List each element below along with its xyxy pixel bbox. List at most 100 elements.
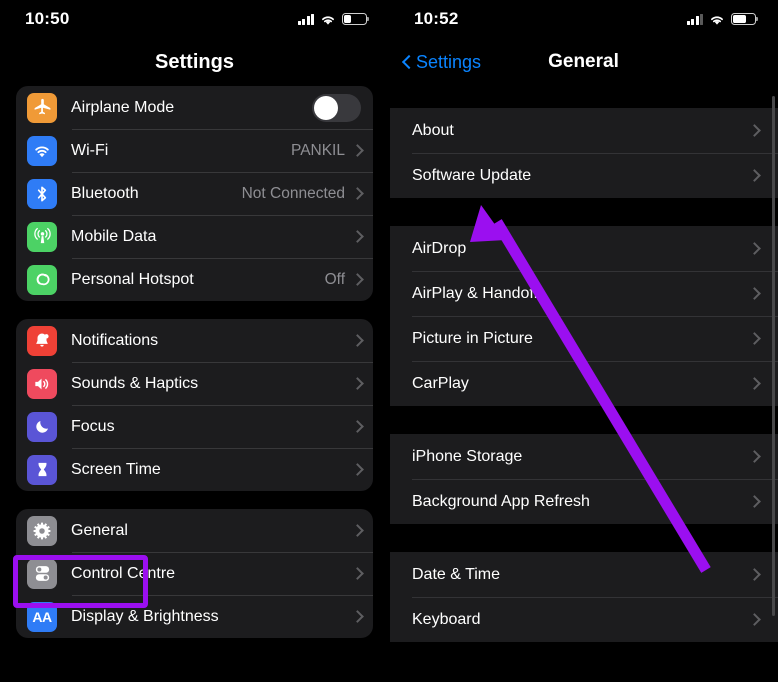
chevron-right-icon <box>353 230 361 243</box>
chevron-right-icon <box>750 568 758 581</box>
settings-row-display-brightness[interactable]: AA Display & Brightness <box>16 595 373 638</box>
right-status-icons <box>686 13 759 25</box>
general-group: About Software Update <box>389 108 778 198</box>
chevron-right-icon <box>750 495 758 508</box>
page-title: General <box>548 51 619 72</box>
group-gap <box>389 524 778 552</box>
airplane-icon <box>27 92 57 123</box>
settings-row-label: Screen Time <box>71 460 161 478</box>
settings-row-label: Personal Hotspot <box>71 270 194 288</box>
wifi-icon <box>709 13 725 25</box>
settings-row-airplane-mode[interactable]: Airplane Mode <box>16 86 373 129</box>
chevron-right-icon <box>353 463 361 476</box>
general-row-label: AirPlay & Handoff <box>412 284 538 302</box>
chevron-right-icon <box>750 377 758 390</box>
settings-row-personal-hotspot[interactable]: Personal Hotspot Off <box>16 258 373 301</box>
settings-row-general[interactable]: General <box>16 509 373 552</box>
hourglass-icon <box>27 454 57 485</box>
general-row-carplay[interactable]: CarPlay <box>389 361 778 406</box>
chevron-right-icon <box>353 144 361 157</box>
chevron-right-icon <box>353 334 361 347</box>
general-row-keyboard[interactable]: Keyboard <box>389 597 778 642</box>
general-group: Date & Time Keyboard <box>389 552 778 642</box>
settings-row-mobile-data[interactable]: Mobile Data <box>16 215 373 258</box>
general-row-label: Keyboard <box>412 610 481 628</box>
battery-icon <box>342 13 370 25</box>
settings-row-wi-fi[interactable]: Wi-Fi PANKIL <box>16 129 373 172</box>
list-top-gap <box>389 86 778 108</box>
settings-row-bluetooth[interactable]: Bluetooth Not Connected <box>16 172 373 215</box>
chevron-right-icon <box>353 567 361 580</box>
chevron-right-icon <box>750 169 758 182</box>
general-group: AirDrop AirPlay & Handoff Picture in Pictu… <box>389 226 778 406</box>
right-status-bar: 10:52 <box>389 0 778 38</box>
settings-row-label: Focus <box>71 417 115 435</box>
airplane-mode-toggle[interactable] <box>312 93 361 122</box>
page-title: Settings <box>155 50 234 73</box>
display-brightness-icon: AA <box>27 601 57 632</box>
cellular-antenna-icon <box>27 221 57 252</box>
settings-row-value: Off <box>324 270 345 288</box>
left-phone-panel: 10:50 Settings Airplane Mode Wi-Fi PANKI… <box>0 0 389 682</box>
vertical-scrollbar[interactable] <box>772 96 775 616</box>
general-group: iPhone Storage Background App Refresh <box>389 434 778 524</box>
general-row-airdrop[interactable]: AirDrop <box>389 226 778 271</box>
wifi-icon <box>320 13 336 25</box>
settings-row-screen-time[interactable]: Screen Time <box>16 448 373 491</box>
cellular-signal-icon <box>297 13 314 25</box>
settings-row-label: General <box>71 521 128 539</box>
settings-row-control-centre[interactable]: Control Centre <box>16 552 373 595</box>
group-gap <box>389 406 778 434</box>
general-row-label: Software Update <box>412 166 532 184</box>
settings-list: Airplane Mode Wi-Fi PANKIL Bluetooth Not Con… <box>0 86 389 638</box>
chevron-right-icon <box>353 377 361 390</box>
settings-row-value: PANKIL <box>291 141 345 159</box>
back-button[interactable]: Settings <box>401 52 481 73</box>
settings-row-value: Not Connected <box>241 184 345 202</box>
bell-icon <box>27 325 57 356</box>
general-settings-list: About Software Update AirDrop AirPlay & Han… <box>389 86 778 642</box>
general-row-label: Date & Time <box>412 565 501 583</box>
screenshot-root: 10:50 Settings Airplane Mode Wi-Fi PANKI… <box>0 0 778 682</box>
back-button-label: Settings <box>416 51 482 72</box>
settings-group: Airplane Mode Wi-Fi PANKIL Bluetooth Not Con… <box>16 86 373 301</box>
gear-icon <box>27 515 57 546</box>
left-status-icons <box>297 13 370 25</box>
left-status-time: 10:50 <box>25 9 70 28</box>
general-row-picture-in-picture[interactable]: Picture in Picture <box>389 316 778 361</box>
chevron-right-icon <box>353 187 361 200</box>
general-row-background-app-refresh[interactable]: Background App Refresh <box>389 479 778 524</box>
general-row-airplay-handoff[interactable]: AirPlay & Handoff <box>389 271 778 316</box>
general-row-label: Picture in Picture <box>412 329 533 347</box>
general-row-software-update[interactable]: Software Update <box>389 153 778 198</box>
control-centre-icon <box>27 558 57 589</box>
toggle-knob <box>314 95 338 120</box>
general-row-label: CarPlay <box>412 374 469 392</box>
settings-row-focus[interactable]: Focus <box>16 405 373 448</box>
settings-row-label: Control Centre <box>71 564 176 582</box>
settings-row-label: Notifications <box>71 331 159 349</box>
settings-group: General Control Centre AA Display & Brightn… <box>16 509 373 638</box>
speaker-icon <box>27 368 57 399</box>
chevron-right-icon <box>750 332 758 345</box>
chevron-right-icon <box>353 610 361 623</box>
settings-row-label: Display & Brightness <box>71 607 219 625</box>
settings-row-sounds-haptics[interactable]: Sounds & Haptics <box>16 362 373 405</box>
hotspot-link-icon <box>27 264 57 295</box>
right-nav-bar: Settings General <box>389 38 778 86</box>
chevron-right-icon <box>750 242 758 255</box>
left-nav-bar: Settings <box>0 38 389 86</box>
general-row-date-time[interactable]: Date & Time <box>389 552 778 597</box>
chevron-right-icon <box>353 273 361 286</box>
settings-row-label: Bluetooth <box>71 184 139 202</box>
general-row-about[interactable]: About <box>389 108 778 153</box>
settings-row-notifications[interactable]: Notifications <box>16 319 373 362</box>
chevron-right-icon <box>750 287 758 300</box>
left-status-bar: 10:50 <box>0 0 389 38</box>
chevron-right-icon <box>750 124 758 137</box>
general-row-label: AirDrop <box>412 239 467 257</box>
general-row-label: About <box>412 121 454 139</box>
settings-row-label: Sounds & Haptics <box>71 374 199 392</box>
chevron-right-icon <box>353 524 361 537</box>
general-row-iphone-storage[interactable]: iPhone Storage <box>389 434 778 479</box>
